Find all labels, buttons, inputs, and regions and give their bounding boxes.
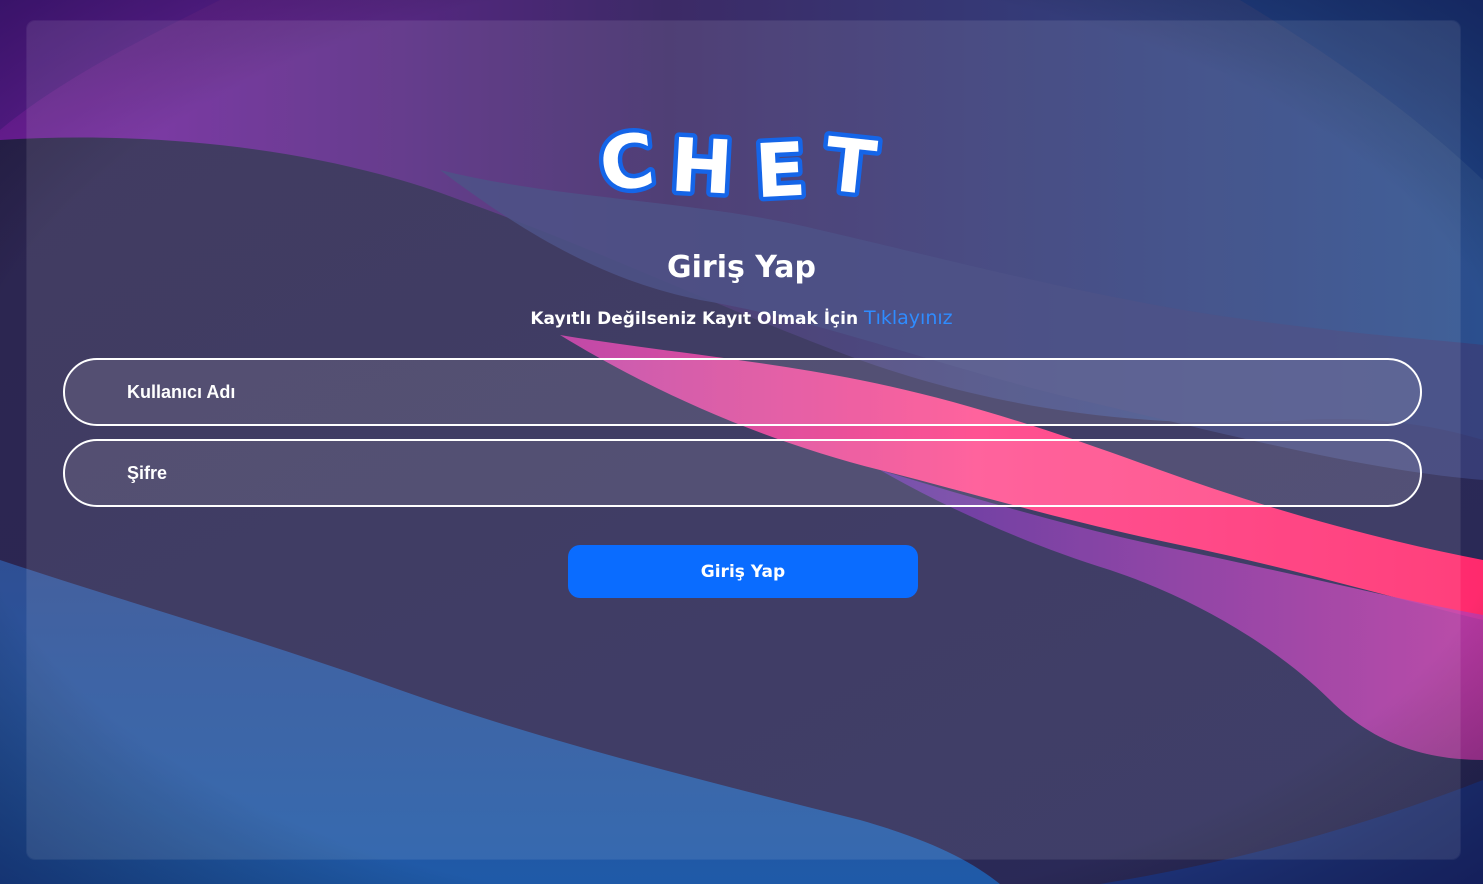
username-input[interactable]	[63, 358, 1422, 426]
logo-letter-e: E	[753, 127, 808, 210]
logo-letter-t: T	[821, 122, 881, 210]
logo-letter-h: H	[669, 122, 735, 210]
register-prompt: Kayıtlı Değilseniz Kayıt Olmak İçin Tıkl…	[0, 306, 1483, 331]
password-input[interactable]	[63, 439, 1422, 507]
chet-logo: C H E T	[592, 113, 885, 210]
page-title: Giriş Yap	[667, 250, 816, 285]
login-button[interactable]: Giriş Yap	[568, 545, 918, 598]
register-link[interactable]: Tıklayınız	[864, 307, 953, 329]
logo-letter-c: C	[596, 117, 659, 208]
register-prompt-text: Kayıtlı Değilseniz Kayıt Olmak İçin	[530, 309, 864, 329]
